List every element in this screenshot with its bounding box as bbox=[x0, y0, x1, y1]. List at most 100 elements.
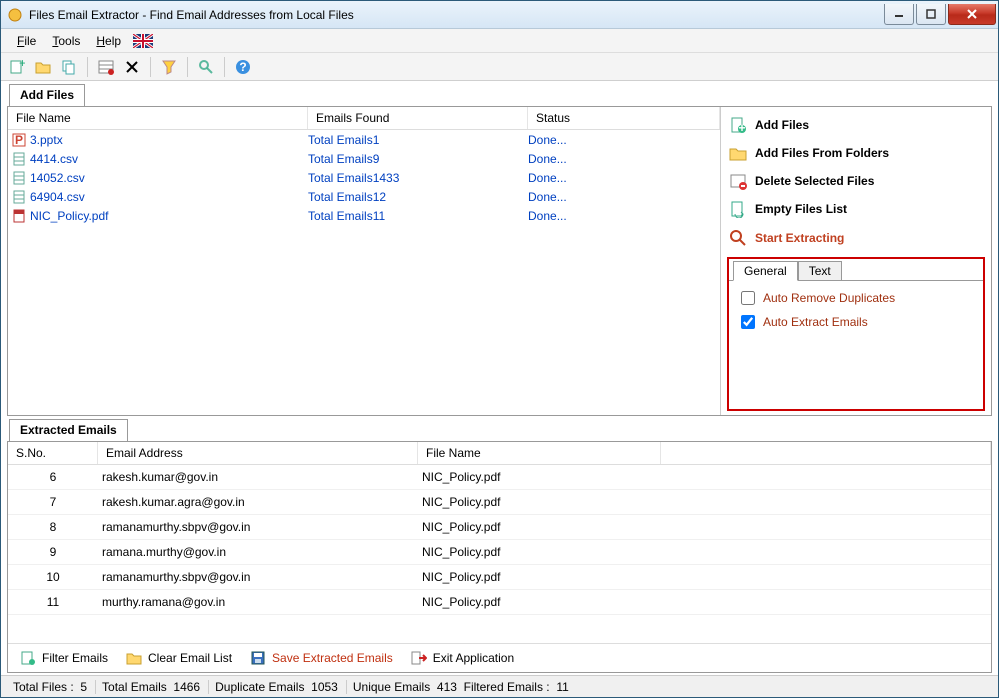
file-name-link[interactable]: 14052.csv bbox=[30, 171, 85, 185]
status-link[interactable]: Done... bbox=[528, 190, 567, 204]
file-row[interactable]: 4414.csv Total Emails9 Done... bbox=[8, 149, 720, 168]
folder-icon bbox=[729, 144, 747, 162]
emails-found-link[interactable]: Total Emails12 bbox=[308, 190, 386, 204]
svg-text:+: + bbox=[738, 121, 745, 134]
cell-file: NIC_Policy.pdf bbox=[418, 495, 991, 509]
status-link[interactable]: Done... bbox=[528, 133, 567, 147]
minimize-button[interactable] bbox=[884, 4, 914, 25]
menu-tools[interactable]: Tools bbox=[44, 32, 88, 50]
email-row[interactable]: 11murthy.ramana@gov.inNIC_Policy.pdf bbox=[8, 590, 991, 615]
file-list: File Name Emails Found Status P3.pptxTot… bbox=[8, 107, 721, 415]
clear-icon bbox=[126, 650, 142, 666]
check-auto-extract-emails[interactable]: Auto Extract Emails bbox=[741, 315, 971, 329]
save-emails-button[interactable]: Save Extracted Emails bbox=[244, 648, 399, 668]
file-name-link[interactable]: 4414.csv bbox=[30, 152, 78, 166]
cell-email: rakesh.kumar@gov.in bbox=[98, 470, 418, 484]
cell-file: NIC_Policy.pdf bbox=[418, 520, 991, 534]
options-box: General Text Auto Remove Duplicates bbox=[727, 257, 985, 411]
col-file[interactable]: File Name bbox=[418, 442, 661, 464]
col-file-name[interactable]: File Name bbox=[8, 107, 308, 129]
emails-found-link[interactable]: Total Emails1433 bbox=[308, 171, 399, 185]
filter-emails-button[interactable]: Filter Emails bbox=[14, 648, 114, 668]
svg-text:+: + bbox=[19, 59, 25, 70]
start-extracting-button[interactable]: Start Extracting bbox=[727, 223, 985, 253]
file-name-link[interactable]: 3.pptx bbox=[30, 133, 63, 147]
file-list-header: File Name Emails Found Status bbox=[8, 107, 720, 130]
side-add-folder-button[interactable]: Add Files From Folders bbox=[727, 139, 985, 167]
email-row[interactable]: 9ramana.murthy@gov.inNIC_Policy.pdf bbox=[8, 540, 991, 565]
side-panel: + Add Files Add Files From Folders Delet… bbox=[721, 107, 991, 415]
side-add-files-button[interactable]: + Add Files bbox=[727, 111, 985, 139]
maximize-button[interactable] bbox=[916, 4, 946, 25]
menu-help[interactable]: Help bbox=[88, 32, 129, 50]
tool-help-icon[interactable]: ? bbox=[233, 57, 253, 77]
toolbar-separator bbox=[87, 57, 88, 77]
cell-sno: 11 bbox=[8, 595, 98, 609]
emails-found-link[interactable]: Total Emails1 bbox=[308, 133, 379, 147]
status-unique-emails: Unique Emails 413 Filtered Emails : 11 bbox=[346, 680, 575, 694]
emails-found-link[interactable]: Total Emails9 bbox=[308, 152, 379, 166]
email-row[interactable]: 10ramanamurthy.sbpv@gov.inNIC_Policy.pdf bbox=[8, 565, 991, 590]
add-files-section: Add Files File Name Emails Found Status … bbox=[7, 85, 992, 416]
tab-general[interactable]: General bbox=[733, 261, 798, 281]
status-total-files: Total Files : 5 bbox=[7, 680, 93, 694]
tool-filter-icon[interactable] bbox=[159, 57, 179, 77]
close-button[interactable] bbox=[948, 4, 996, 25]
status-link[interactable]: Done... bbox=[528, 152, 567, 166]
col-status[interactable]: Status bbox=[528, 107, 720, 129]
file-row[interactable]: 14052.csv Total Emails1433 Done... bbox=[8, 168, 720, 187]
statusbar: Total Files : 5 Total Emails 1466 Duplic… bbox=[1, 675, 998, 697]
col-email[interactable]: Email Address bbox=[98, 442, 418, 464]
tab-extracted-emails[interactable]: Extracted Emails bbox=[9, 419, 128, 441]
clear-email-button[interactable]: Clear Email List bbox=[120, 648, 238, 668]
side-empty-button[interactable]: Empty Files List bbox=[727, 195, 985, 223]
file-row[interactable]: P3.pptxTotal Emails1Done... bbox=[8, 130, 720, 149]
cell-sno: 7 bbox=[8, 495, 98, 509]
toolbar-separator bbox=[150, 57, 151, 77]
col-sno[interactable]: S.No. bbox=[8, 442, 98, 464]
app-icon bbox=[7, 7, 23, 23]
exit-button[interactable]: Exit Application bbox=[405, 648, 520, 668]
search-icon bbox=[729, 229, 747, 247]
file-row[interactable]: 64904.csv Total Emails12 Done... bbox=[8, 187, 720, 206]
tab-text[interactable]: Text bbox=[798, 261, 842, 281]
file-name-link[interactable]: 64904.csv bbox=[30, 190, 85, 204]
tool-add-folder-icon[interactable] bbox=[33, 57, 53, 77]
file-rows: P3.pptxTotal Emails1Done...4414.csvTotal… bbox=[8, 130, 720, 415]
add-file-icon: + bbox=[729, 116, 747, 134]
file-row[interactable]: NIC_Policy.pdf Total Emails11 Done... bbox=[8, 206, 720, 225]
extracted-list: S.No. Email Address File Name 6rakesh.ku… bbox=[8, 442, 991, 643]
tool-delete-icon[interactable] bbox=[122, 57, 142, 77]
window-title: Files Email Extractor - Find Email Addre… bbox=[29, 8, 882, 22]
menubar: FFileile Tools Help bbox=[1, 29, 998, 53]
extracted-header: S.No. Email Address File Name bbox=[8, 442, 991, 465]
status-link[interactable]: Done... bbox=[528, 209, 567, 223]
tool-add-file-icon[interactable]: + bbox=[7, 57, 27, 77]
checkbox-remove-dup[interactable] bbox=[741, 291, 755, 305]
titlebar: Files Email Extractor - Find Email Addre… bbox=[1, 1, 998, 29]
file-name-link[interactable]: NIC_Policy.pdf bbox=[30, 209, 108, 223]
tool-list-icon[interactable] bbox=[96, 57, 116, 77]
exit-icon bbox=[411, 650, 427, 666]
menu-file[interactable]: FFileile bbox=[9, 32, 44, 50]
email-row[interactable]: 6rakesh.kumar@gov.inNIC_Policy.pdf bbox=[8, 465, 991, 490]
emails-found-link[interactable]: Total Emails11 bbox=[308, 209, 385, 223]
language-flag-icon[interactable] bbox=[133, 34, 153, 48]
email-row[interactable]: 8ramanamurthy.sbpv@gov.inNIC_Policy.pdf bbox=[8, 515, 991, 540]
status-link[interactable]: Done... bbox=[528, 171, 567, 185]
toolbar-separator bbox=[224, 57, 225, 77]
side-delete-button[interactable]: Delete Selected Files bbox=[727, 167, 985, 195]
email-rows[interactable]: 6rakesh.kumar@gov.inNIC_Policy.pdf7rakes… bbox=[8, 465, 991, 643]
cell-file: NIC_Policy.pdf bbox=[418, 595, 991, 609]
toolbar-separator bbox=[187, 57, 188, 77]
status-total-emails: Total Emails 1466 bbox=[95, 680, 206, 694]
tab-add-files[interactable]: Add Files bbox=[9, 84, 85, 106]
tool-copy-icon[interactable] bbox=[59, 57, 79, 77]
email-row[interactable]: 7rakesh.kumar.agra@gov.inNIC_Policy.pdf bbox=[8, 490, 991, 515]
cell-email: ramanamurthy.sbpv@gov.in bbox=[98, 520, 418, 534]
svg-text:?: ? bbox=[239, 60, 246, 74]
checkbox-auto-extract[interactable] bbox=[741, 315, 755, 329]
check-auto-remove-duplicates[interactable]: Auto Remove Duplicates bbox=[741, 291, 971, 305]
col-emails-found[interactable]: Emails Found bbox=[308, 107, 528, 129]
tool-search-icon[interactable] bbox=[196, 57, 216, 77]
